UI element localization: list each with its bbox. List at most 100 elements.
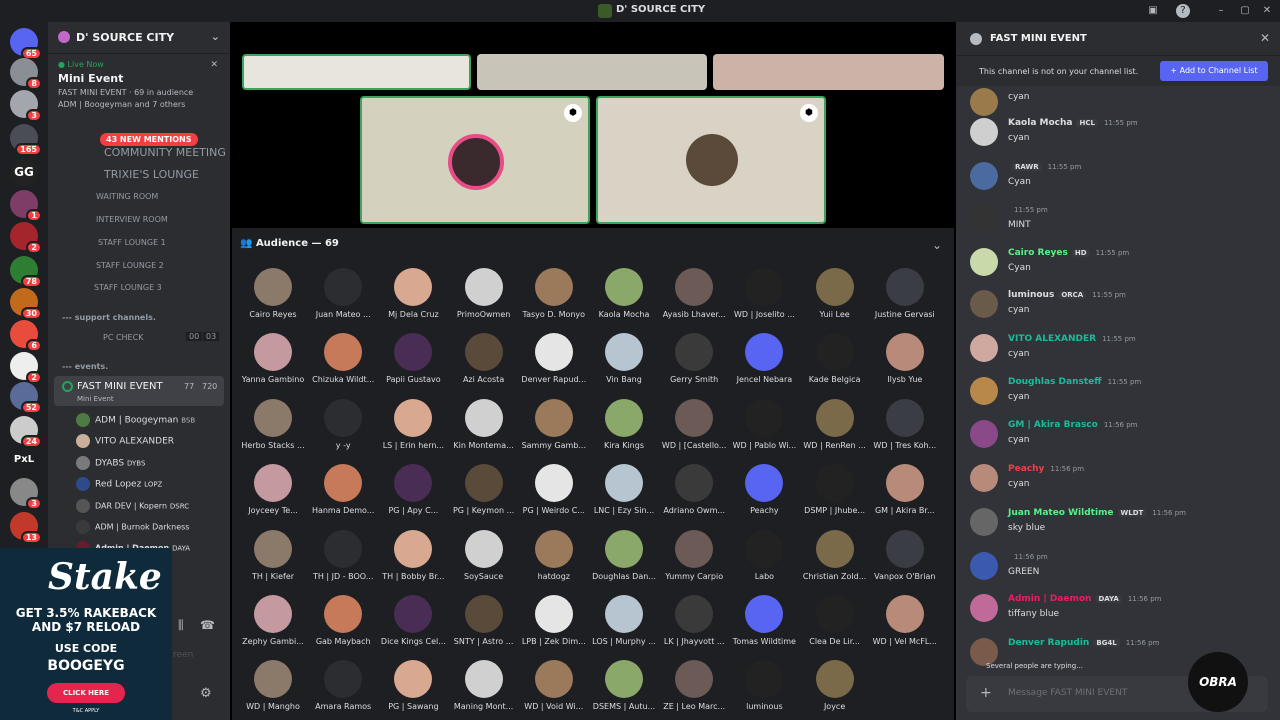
username[interactable]: Admin | Daemon bbox=[1008, 594, 1091, 604]
audience-member[interactable]: PG | Keymon ... bbox=[449, 464, 519, 515]
audience-member[interactable]: Ilysb Yue bbox=[870, 333, 940, 384]
audience-member[interactable]: TH | Bobby Br... bbox=[378, 529, 448, 581]
audience-member[interactable]: PG | Apy C... bbox=[378, 464, 448, 515]
category-events[interactable]: --- events. bbox=[62, 362, 108, 371]
audience-member[interactable]: TH | Kiefer bbox=[238, 529, 308, 581]
audience-member[interactable]: Adriano Owm... bbox=[659, 464, 729, 515]
audience-member[interactable]: Labo bbox=[729, 529, 799, 581]
close-icon[interactable]: ✕ bbox=[1260, 31, 1270, 45]
audience-member[interactable]: PG | Sawang bbox=[378, 660, 448, 711]
audience-member[interactable]: GM | Akira Br... bbox=[870, 464, 940, 515]
channel-staff-lounge-3[interactable]: STAFF LOUNGE 3 bbox=[94, 283, 162, 292]
audience-member[interactable]: Azi Acosta bbox=[449, 333, 519, 384]
audience-member[interactable]: Chizuka Wildt... bbox=[308, 333, 378, 384]
audience-member[interactable]: LOS | Murphy ... bbox=[589, 595, 659, 646]
audience-member[interactable]: Joyceey Te... bbox=[238, 464, 308, 515]
audience-member[interactable]: Dice Kings Cel... bbox=[378, 595, 448, 646]
speaker-tile[interactable] bbox=[242, 54, 471, 90]
audience-member[interactable]: Peachy bbox=[729, 464, 799, 515]
audience-member[interactable]: Gerry Smith bbox=[659, 333, 729, 384]
server-icon-7[interactable]: 78 bbox=[10, 256, 42, 288]
avatar[interactable] bbox=[970, 88, 998, 116]
channel-interview-room[interactable]: INTERVIEW ROOM bbox=[96, 215, 168, 224]
collapse-chevron-icon[interactable]: ⌄ bbox=[932, 238, 942, 252]
event-user[interactable]: ADM | Boogeyman BSB bbox=[76, 413, 195, 427]
audience-member[interactable]: DSEMS | Autu... bbox=[589, 660, 659, 711]
channel-staff-lounge-1[interactable]: STAFF LOUNGE 1 bbox=[98, 238, 166, 247]
channel-trixies-lounge[interactable]: TRIXIE'S LOUNGE bbox=[104, 168, 199, 181]
event-user[interactable]: DAR DEV | Kopern DSRC bbox=[76, 499, 189, 513]
audience-member[interactable]: Jencel Nebara bbox=[729, 333, 799, 384]
audience-member[interactable]: Ayasib Lhaver... bbox=[659, 268, 729, 319]
audience-member[interactable]: y -y bbox=[308, 398, 378, 450]
audience-member[interactable]: WD | Tres Koh... bbox=[870, 398, 940, 450]
channel-pc-check[interactable]: PC CHECK bbox=[103, 333, 143, 342]
live-event-card[interactable]: ● Live Now Mini Event FAST MINI EVENT · … bbox=[48, 54, 230, 115]
audience-member[interactable]: Papii Gustavo bbox=[378, 333, 448, 384]
audio-icon[interactable]: ⫼ bbox=[178, 618, 184, 633]
help-icon[interactable]: ? bbox=[1176, 4, 1190, 18]
audience-member[interactable]: Tomas Wildtime bbox=[729, 595, 799, 646]
avatar[interactable] bbox=[970, 420, 998, 448]
audience-member[interactable]: Yummy Carpio bbox=[659, 529, 729, 581]
audience-member[interactable]: WD | [Castello... bbox=[659, 398, 729, 450]
audience-member[interactable]: SNTY | Astro ... bbox=[449, 595, 519, 646]
event-user[interactable]: ADM | Burnok Darkness bbox=[76, 520, 189, 534]
chevron-down-icon[interactable]: ⌄ bbox=[211, 30, 220, 43]
username[interactable]: Doughlas Dansteff bbox=[1008, 377, 1102, 387]
inbox-icon[interactable]: ▣ bbox=[1146, 4, 1160, 18]
event-user[interactable]: Red Lopez LOPZ bbox=[76, 477, 162, 491]
avatar[interactable] bbox=[970, 290, 998, 318]
server-icon-9[interactable]: 6 bbox=[10, 320, 42, 352]
server-icon-4[interactable]: GG bbox=[10, 158, 38, 186]
audience-member[interactable]: PrimoOwmen bbox=[449, 268, 519, 319]
speaker-tile[interactable] bbox=[713, 54, 944, 90]
avatar[interactable] bbox=[970, 205, 998, 233]
username[interactable]: Kaola Mocha bbox=[1008, 118, 1072, 128]
channel-community-meeting[interactable]: COMMUNITY MEETING bbox=[104, 146, 226, 159]
event-user[interactable]: VITO ALEXANDER bbox=[76, 434, 174, 448]
username[interactable]: VITO ALEXANDER bbox=[1008, 334, 1096, 344]
server-icon-6[interactable]: 2 bbox=[10, 222, 42, 254]
audience-member[interactable]: Vin Bang bbox=[589, 333, 659, 384]
audience-member[interactable]: WD | Vel McFL... bbox=[870, 595, 940, 646]
close-icon[interactable]: ✕ bbox=[210, 60, 218, 70]
avatar[interactable] bbox=[970, 552, 998, 580]
avatar[interactable] bbox=[970, 162, 998, 190]
audience-member[interactable]: Gab Maybach bbox=[308, 595, 378, 646]
add-to-channel-list-button[interactable]: + Add to Channel List bbox=[1160, 61, 1268, 81]
audience-member[interactable]: WD | Void Wi... bbox=[519, 660, 589, 711]
audience-member[interactable]: LK | Jhayvott ... bbox=[659, 595, 729, 646]
server-icon-pxl[interactable]: PxL bbox=[10, 446, 38, 474]
audience-member[interactable]: LS | Erin hern... bbox=[378, 398, 448, 450]
audience-member[interactable]: WD | RenRen ... bbox=[800, 398, 870, 450]
audience-member[interactable]: Juan Mateo ... bbox=[308, 268, 378, 319]
audience-member[interactable]: SoySauce bbox=[449, 529, 519, 581]
disconnect-icon[interactable]: ☎ bbox=[200, 618, 215, 632]
avatar[interactable] bbox=[970, 248, 998, 276]
server-icon-3[interactable]: 165 bbox=[10, 124, 42, 156]
audience-member[interactable]: WD | Joselito ... bbox=[729, 268, 799, 319]
speaker-tile[interactable]: ⬢ bbox=[360, 96, 590, 224]
audience-member[interactable]: Amara Ramos bbox=[308, 660, 378, 711]
audience-member[interactable]: DSMP | Jhube... bbox=[800, 464, 870, 515]
server-icon-5[interactable]: 1 bbox=[10, 190, 42, 222]
audience-member[interactable]: luminous bbox=[729, 660, 799, 711]
audience-member[interactable]: Mj Dela Cruz bbox=[378, 268, 448, 319]
speaker-tile[interactable]: ⬢ bbox=[596, 96, 826, 224]
audience-member[interactable]: Yuii Lee bbox=[800, 268, 870, 319]
audience-member[interactable]: LPB | Zek Dim... bbox=[519, 595, 589, 646]
audience-member[interactable]: Kaola Mocha bbox=[589, 268, 659, 319]
server-icon-14[interactable]: 13 bbox=[10, 512, 42, 544]
audience-member[interactable]: Maning Mont... bbox=[449, 660, 519, 711]
audience-member[interactable]: Hanma Demo... bbox=[308, 464, 378, 515]
audience-member[interactable]: hatdogz bbox=[519, 529, 589, 581]
settings-gear-icon[interactable]: ⚙ bbox=[200, 686, 212, 701]
audience-member[interactable]: Kade Belgica bbox=[800, 333, 870, 384]
username[interactable]: Peachy bbox=[1008, 464, 1044, 474]
audience-member[interactable]: Sammy Gamb... bbox=[519, 398, 589, 450]
username[interactable]: Juan Mateo Wildtime bbox=[1008, 508, 1114, 518]
audience-member[interactable]: PG | Weirdo C... bbox=[519, 464, 589, 515]
avatar[interactable] bbox=[970, 377, 998, 405]
click-here-button[interactable]: CLICK HERE bbox=[47, 683, 125, 703]
